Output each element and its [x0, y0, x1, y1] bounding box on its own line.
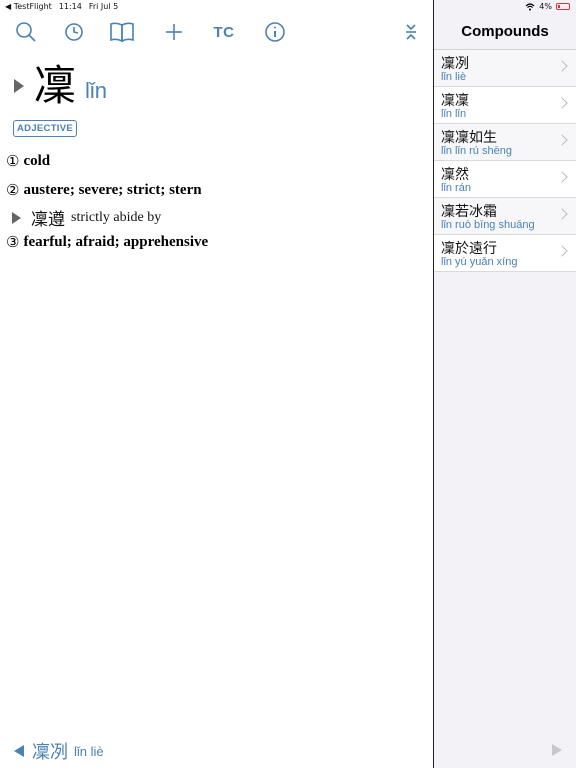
- compound-hanzi: 凜然: [441, 167, 469, 183]
- compound-item[interactable]: 凜然 lǐn rán: [434, 161, 576, 198]
- compound-pinyin: lǐn yú yuǎn xíng: [441, 256, 518, 268]
- chevron-right-icon: [556, 60, 568, 72]
- definition-number: ②: [6, 183, 20, 199]
- definition-text: fearful; afraid; apprehensive: [23, 234, 209, 250]
- battery-percent: 4%: [539, 2, 552, 11]
- sidebar-title: Compounds: [461, 23, 549, 40]
- bookmarks-button[interactable]: [108, 19, 136, 45]
- compound-hanzi: 凜凜如生: [441, 130, 497, 146]
- next-arrow-icon[interactable]: [552, 744, 562, 756]
- add-icon: [166, 24, 182, 40]
- search-icon: [16, 22, 36, 42]
- status-time: 11:14: [58, 2, 82, 11]
- headword-hanzi: 凜: [34, 61, 77, 110]
- compound-hanzi: 凜凜: [441, 93, 469, 109]
- chevron-right-icon: [556, 134, 568, 146]
- add-button[interactable]: [162, 19, 186, 45]
- history-button[interactable]: [62, 19, 86, 45]
- compound-pinyin: lǐn lǐn: [441, 108, 467, 120]
- compounds-list: 凜冽 lǐn liè 凜凜 lǐn lǐn 凜凜如生 lǐn lǐn rú sh…: [434, 50, 576, 272]
- script-toggle-button[interactable]: TC: [210, 19, 238, 45]
- headword-pinyin: lǐn: [85, 78, 108, 103]
- example-hanzi[interactable]: 凜遵: [31, 205, 65, 230]
- definition-2: ② austere; severe; strict; stern: [6, 181, 202, 200]
- search-button[interactable]: [14, 19, 38, 45]
- compound-item[interactable]: 凜於遠行 lǐn yú yuǎn xíng: [434, 235, 576, 272]
- status-date: Fri Jul 5: [88, 2, 119, 11]
- history-icon: [65, 23, 83, 41]
- script-toggle-label: TC: [213, 23, 235, 41]
- definition-text: austere; severe; strict; stern: [23, 182, 202, 198]
- previous-entry-hanzi: 凜冽: [32, 742, 68, 763]
- compound-pinyin: lǐn ruò bīng shuāng: [441, 219, 535, 231]
- info-icon: [265, 22, 285, 42]
- back-to-app-link[interactable]: ◀ TestFlight: [5, 2, 52, 11]
- definition-number: ③: [6, 235, 20, 251]
- compound-item[interactable]: 凜凜如生 lǐn lǐn rú shēng: [434, 124, 576, 161]
- previous-entry-pinyin: lǐn liè: [74, 743, 104, 759]
- definition-1: ① cold: [6, 152, 50, 171]
- chevron-right-icon: [556, 171, 568, 183]
- collapse-button[interactable]: [402, 19, 420, 45]
- compound-item[interactable]: 凜若冰霜 lǐn ruò bīng shuāng: [434, 198, 576, 235]
- play-example-icon[interactable]: [12, 211, 21, 224]
- collapse-icon: [406, 24, 416, 40]
- example-sentence: 凜遵 strictly abide by: [12, 205, 161, 230]
- wifi-icon: [525, 2, 535, 10]
- compound-pinyin: lǐn liè: [441, 71, 467, 83]
- info-button[interactable]: [263, 19, 287, 45]
- compound-hanzi: 凜若冰霜: [441, 204, 497, 220]
- battery-icon: [556, 3, 570, 10]
- compounds-sidebar: 4% Compounds 凜冽 lǐn liè 凜凜 lǐn lǐn 凜凜如生 …: [434, 0, 576, 768]
- definition-text: cold: [23, 153, 51, 169]
- part-of-speech-badge: ADJECTIVE: [13, 120, 78, 137]
- headword: 凜 lǐn: [14, 65, 107, 107]
- previous-arrow-icon: [14, 745, 24, 757]
- compound-item[interactable]: 凜凜 lǐn lǐn: [434, 87, 576, 124]
- play-audio-icon[interactable]: [14, 79, 24, 93]
- compound-pinyin: lǐn rán: [441, 182, 471, 194]
- example-gloss: strictly abide by: [71, 209, 162, 225]
- definition-number: ①: [6, 154, 20, 170]
- previous-entry-link[interactable]: 凜冽 lǐn liè: [14, 738, 104, 764]
- book-icon: [110, 22, 134, 43]
- status-bar-right: 4%: [434, 0, 576, 14]
- compound-item[interactable]: 凜冽 lǐn liè: [434, 50, 576, 87]
- toolbar: TC: [0, 14, 433, 50]
- definition-3: ③ fearful; afraid; apprehensive: [6, 233, 208, 252]
- sidebar-header: Compounds: [434, 14, 576, 50]
- compound-pinyin: lǐn lǐn rú shēng: [441, 145, 512, 157]
- chevron-right-icon: [556, 97, 568, 109]
- chevron-right-icon: [556, 208, 568, 220]
- compound-hanzi: 凜冽: [441, 56, 469, 72]
- chevron-right-icon: [556, 245, 568, 257]
- entry-pane: ◀ TestFlight 11:14 Fri Jul 5 TC 凜 lǐn AD…: [0, 0, 433, 768]
- compound-hanzi: 凜於遠行: [441, 241, 497, 257]
